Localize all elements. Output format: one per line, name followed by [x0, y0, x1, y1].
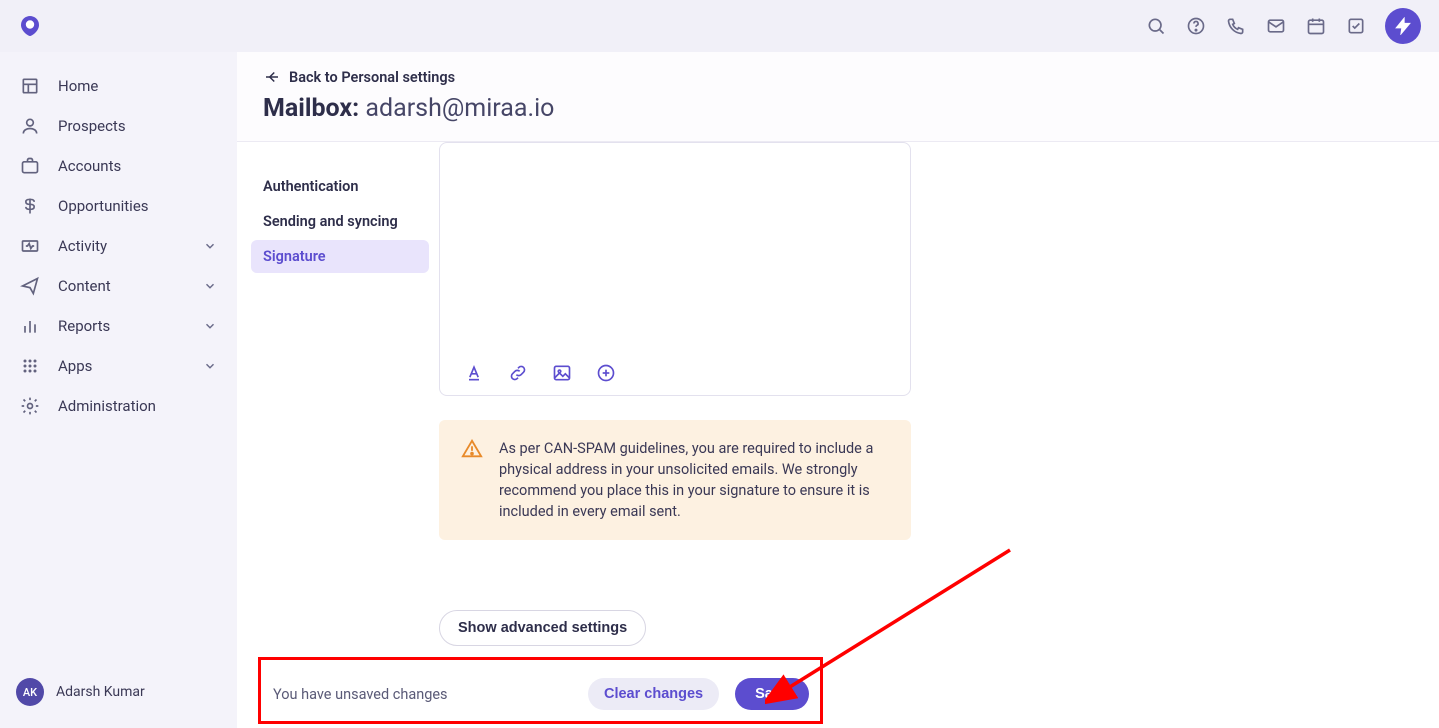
chevron-down-icon [203, 239, 217, 253]
sidebar-item-label: Opportunities [58, 197, 149, 215]
user-initials-badge: AK [16, 678, 44, 706]
sidebar-item-opportunities[interactable]: Opportunities [10, 186, 227, 226]
editor-content[interactable] [440, 143, 910, 353]
page-title-email: adarsh@miraa.io [365, 94, 554, 123]
person-icon [20, 116, 40, 136]
help-icon[interactable] [1185, 15, 1207, 37]
chevron-down-icon [203, 279, 217, 293]
gear-icon [20, 396, 40, 416]
page-title: Mailbox: adarsh@miraa.io [263, 94, 1413, 123]
back-link-label: Back to Personal settings [289, 69, 455, 86]
briefcase-icon [20, 156, 40, 176]
task-icon[interactable] [1345, 15, 1367, 37]
link-icon[interactable] [508, 363, 528, 383]
chevron-down-icon [203, 359, 217, 373]
avatar[interactable] [1385, 8, 1421, 44]
sidebar-user[interactable]: AK Adarsh Kumar [10, 670, 227, 714]
settings-tabs: Authentication Sending and syncing Signa… [237, 142, 439, 728]
activity-icon [20, 236, 40, 256]
sidebar-item-apps[interactable]: Apps [10, 346, 227, 386]
brand-logo[interactable] [18, 14, 42, 38]
top-header [0, 0, 1439, 52]
save-button[interactable]: Save [735, 678, 809, 710]
warning-text: As per CAN-SPAM guidelines, you are requ… [499, 438, 889, 522]
sidebar-item-prospects[interactable]: Prospects [10, 106, 227, 146]
signature-editor[interactable] [439, 142, 911, 396]
sidebar-item-home[interactable]: Home [10, 66, 227, 106]
send-icon [20, 276, 40, 296]
home-icon [20, 76, 40, 96]
warning-icon [461, 438, 483, 460]
unsaved-message: You have unsaved changes [273, 686, 588, 703]
sidebar-item-label: Content [58, 277, 111, 295]
editor-toolbar [440, 353, 910, 395]
user-name: Adarsh Kumar [56, 684, 145, 700]
settings-body: As per CAN-SPAM guidelines, you are requ… [439, 142, 949, 728]
sidebar-item-reports[interactable]: Reports [10, 306, 227, 346]
sidebar-item-label: Prospects [58, 117, 126, 135]
sidebar-item-label: Home [58, 77, 98, 95]
main-panel: Back to Personal settings Mailbox: adars… [237, 52, 1439, 728]
top-icon-bar [1145, 8, 1421, 44]
sidebar-item-label: Activity [58, 237, 107, 255]
phone-icon[interactable] [1225, 15, 1247, 37]
back-link[interactable]: Back to Personal settings [263, 68, 1413, 86]
sidebar: Home Prospects Accounts Opportunities [0, 52, 237, 728]
sidebar-item-activity[interactable]: Activity [10, 226, 227, 266]
save-bar: You have unsaved changes Clear changes S… [261, 666, 821, 722]
sidebar-item-content[interactable]: Content [10, 266, 227, 306]
bar-icon [20, 316, 40, 336]
clear-changes-button[interactable]: Clear changes [588, 678, 719, 710]
add-icon[interactable] [596, 363, 616, 383]
tab-sending-syncing[interactable]: Sending and syncing [251, 205, 429, 238]
sidebar-item-label: Apps [58, 357, 92, 375]
sidebar-item-label: Administration [58, 397, 156, 415]
sidebar-item-accounts[interactable]: Accounts [10, 146, 227, 186]
dollar-icon [20, 196, 40, 216]
page-title-prefix: Mailbox: [263, 94, 359, 123]
tab-authentication[interactable]: Authentication [251, 170, 429, 203]
calendar-icon[interactable] [1305, 15, 1327, 37]
sidebar-item-label: Accounts [58, 157, 121, 175]
search-icon[interactable] [1145, 15, 1167, 37]
text-format-icon[interactable] [464, 363, 484, 383]
tab-signature[interactable]: Signature [251, 240, 429, 273]
sidebar-item-administration[interactable]: Administration [10, 386, 227, 426]
warning-banner: As per CAN-SPAM guidelines, you are requ… [439, 420, 911, 540]
show-advanced-button[interactable]: Show advanced settings [439, 610, 646, 646]
page-header: Back to Personal settings Mailbox: adars… [237, 52, 1439, 142]
sidebar-item-label: Reports [58, 317, 110, 335]
mail-icon[interactable] [1265, 15, 1287, 37]
chevron-down-icon [203, 319, 217, 333]
grid-icon [20, 356, 40, 376]
image-icon[interactable] [552, 363, 572, 383]
